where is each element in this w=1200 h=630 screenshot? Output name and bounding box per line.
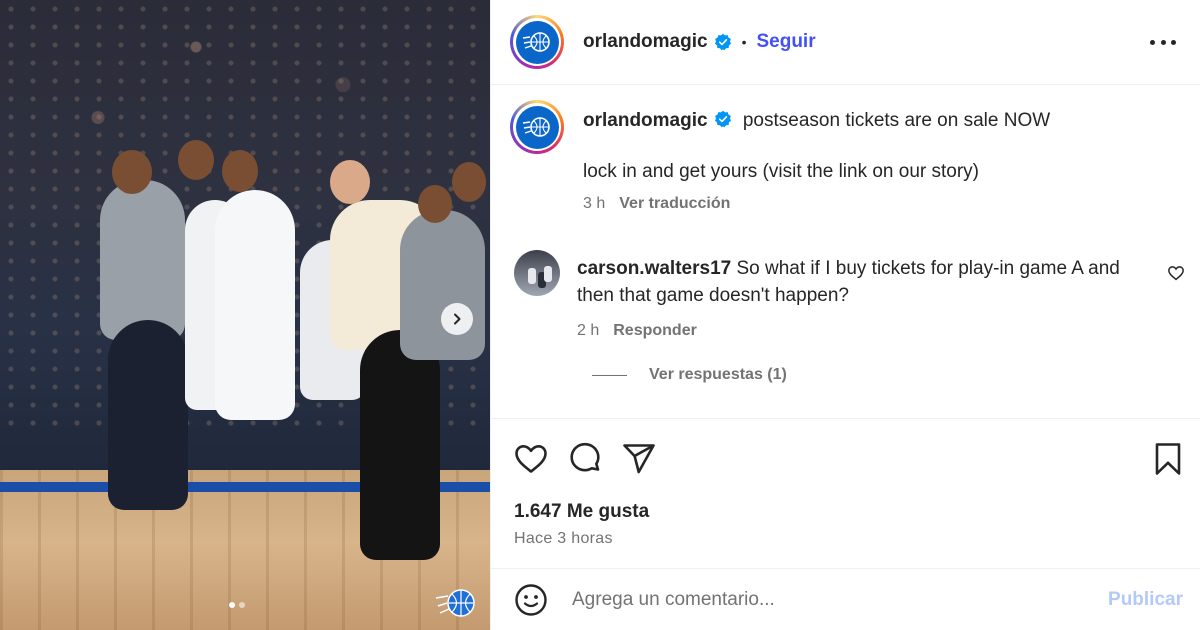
comment-item: carson.walters17 So what if I buy ticket… xyxy=(514,250,1194,340)
carousel-dot xyxy=(239,602,245,608)
instagram-post: orlandomagic • Seguir orlandomagic posts… xyxy=(0,0,1200,630)
comment-like-heart-icon[interactable] xyxy=(1167,264,1185,282)
header-separator: • xyxy=(741,34,747,50)
post-timestamp: Hace 3 horas xyxy=(514,530,613,547)
account-username[interactable]: orlandomagic xyxy=(583,31,708,53)
view-replies-label: Ver respuestas (1) xyxy=(649,366,787,383)
caption-meta: 3 h Ver traducción xyxy=(583,195,1050,213)
photo-figure xyxy=(100,180,185,340)
caption-time: 3 h xyxy=(583,195,606,212)
magic-watermark-logo xyxy=(435,589,475,617)
likes-count[interactable]: 1.647 Me gusta xyxy=(514,501,649,523)
verified-icon xyxy=(714,110,731,128)
comment-time: 2 h xyxy=(577,322,600,339)
emoji-icon[interactable] xyxy=(514,583,548,617)
carousel-indicator xyxy=(229,602,245,608)
commenter-username[interactable]: carson.walters17 xyxy=(577,258,731,279)
caption-text-line1: postseason tickets are on sale NOW xyxy=(742,110,1051,131)
post-caption: orlandomagic postseason tickets are on s… xyxy=(510,100,1190,213)
post-actions-section: 1.647 Me gusta Hace 3 horas xyxy=(491,418,1200,568)
translate-link[interactable]: Ver traducción xyxy=(619,195,730,212)
view-replies-line xyxy=(592,374,627,376)
more-options-icon[interactable] xyxy=(1150,30,1176,54)
publish-button[interactable]: Publicar xyxy=(1108,589,1183,611)
magic-logo-icon xyxy=(515,20,559,64)
comment-meta: 2 h Responder xyxy=(577,322,1137,340)
caption-avatar[interactable] xyxy=(510,100,564,154)
view-replies-button[interactable]: Ver respuestas (1) xyxy=(592,366,787,384)
comment-icon[interactable] xyxy=(567,441,603,477)
bookmark-icon[interactable] xyxy=(1152,441,1184,477)
caption-username[interactable]: orlandomagic xyxy=(583,110,708,131)
post-side-panel: orlandomagic • Seguir orlandomagic posts… xyxy=(490,0,1200,630)
comment-input[interactable] xyxy=(572,588,1072,611)
commenter-avatar[interactable] xyxy=(514,250,560,296)
share-icon[interactable] xyxy=(621,441,657,477)
account-avatar[interactable] xyxy=(510,15,564,69)
post-photo[interactable] xyxy=(0,0,490,630)
add-comment-bar: Publicar xyxy=(491,568,1200,630)
post-header: orlandomagic • Seguir xyxy=(491,0,1200,85)
chevron-right-icon xyxy=(454,313,461,325)
action-bar xyxy=(513,441,657,477)
magic-logo-icon xyxy=(515,105,559,149)
carousel-dot-active xyxy=(229,602,235,608)
heart-icon[interactable] xyxy=(513,441,549,477)
caption-text-line2: lock in and get yours (visit the link on… xyxy=(583,161,980,182)
verified-icon xyxy=(714,33,731,51)
reply-button[interactable]: Responder xyxy=(613,322,697,339)
carousel-next-button[interactable] xyxy=(441,303,473,335)
follow-button[interactable]: Seguir xyxy=(756,31,815,53)
